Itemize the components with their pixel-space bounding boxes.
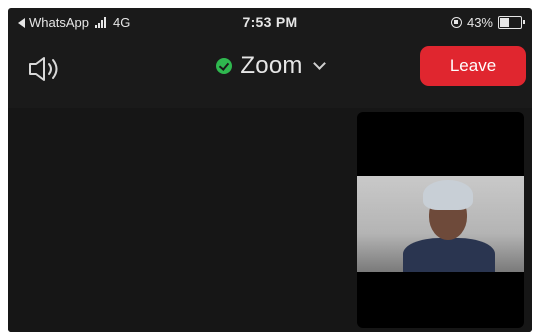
battery-icon	[498, 16, 525, 29]
status-right: 43%	[450, 15, 525, 30]
battery-percent: 43%	[466, 15, 493, 30]
self-view-tile[interactable]	[357, 112, 524, 328]
zoom-meeting-screen: WhatsApp 4G 7:53 PM 43% Zoom Leave	[8, 8, 532, 332]
leave-button[interactable]: Leave	[420, 46, 526, 86]
participant-body	[403, 238, 495, 272]
status-bar: WhatsApp 4G 7:53 PM 43%	[8, 8, 532, 38]
chevron-down-icon	[312, 56, 326, 70]
meeting-header: Zoom Leave	[8, 40, 532, 98]
shield-icon	[216, 58, 233, 74]
orientation-lock-icon	[450, 17, 462, 28]
battery-fill	[500, 18, 509, 27]
participant-video	[357, 176, 524, 272]
participant-headwrap	[423, 180, 473, 210]
meeting-title: Zoom	[240, 52, 303, 79]
